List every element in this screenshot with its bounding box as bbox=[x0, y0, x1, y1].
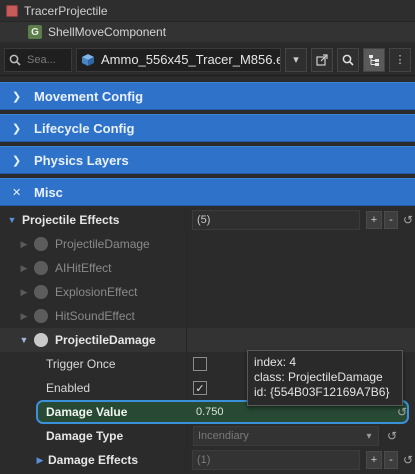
plus-icon: + bbox=[370, 454, 378, 466]
magnifier-icon bbox=[342, 54, 354, 66]
add-item-button[interactable]: + bbox=[366, 451, 382, 469]
section-label: Misc bbox=[34, 184, 63, 200]
chevron-right-icon: ❯ bbox=[12, 90, 22, 103]
tooltip: index: 4 class: ProjectileDamage id: {55… bbox=[247, 350, 403, 406]
component-name: ShellMoveComponent bbox=[48, 25, 167, 39]
collapse-triangle-icon[interactable]: ▼ bbox=[18, 335, 30, 345]
damage-type-row: Damage Type Incendiary ▾ ↺ bbox=[0, 424, 415, 448]
plus-icon: + bbox=[370, 214, 378, 226]
expand-triangle-icon[interactable]: ▶ bbox=[18, 311, 30, 322]
open-external-button[interactable] bbox=[311, 47, 333, 72]
chevron-down-icon: ✕ bbox=[12, 186, 22, 199]
section-lifecycle-config[interactable]: ❯ Lifecycle Config bbox=[0, 114, 415, 142]
projectile-effects-row: ▼ Projectile Effects (5) + - ↺ bbox=[0, 208, 415, 232]
object-dot-icon bbox=[34, 285, 48, 299]
component-icon: G bbox=[28, 25, 42, 39]
damage-effects-row: ▶ Damage Effects (1) + - ↺ bbox=[0, 448, 415, 472]
selected-value: Incendiary bbox=[198, 430, 249, 442]
entity-icon bbox=[6, 4, 18, 17]
object-dot-icon bbox=[34, 309, 48, 323]
expand-triangle-icon[interactable]: ▶ bbox=[18, 239, 30, 250]
section-misc[interactable]: ✕ Misc bbox=[0, 178, 415, 206]
resource-selector[interactable]: Ammo_556x45_Tracer_M856.et (/ bbox=[76, 47, 281, 72]
array-count: (1) bbox=[197, 454, 211, 466]
item-label: ProjectileDamage bbox=[55, 237, 150, 251]
minus-icon: - bbox=[389, 454, 393, 466]
find-button[interactable] bbox=[337, 47, 359, 72]
minus-icon: - bbox=[389, 214, 393, 226]
dropdown-button[interactable]: ▾ bbox=[285, 47, 307, 72]
chevron-right-icon: ❯ bbox=[12, 154, 22, 167]
more-button[interactable]: ⋮ bbox=[389, 47, 411, 72]
remove-item-button[interactable]: - bbox=[384, 451, 398, 469]
section-movement-config[interactable]: ❯ Movement Config bbox=[0, 82, 415, 110]
resource-name: Ammo_556x45_Tracer_M856.et (/ bbox=[101, 52, 280, 67]
damage-value-input[interactable]: 0.750 bbox=[196, 406, 395, 418]
expand-triangle-icon[interactable]: ▶ bbox=[18, 287, 30, 298]
chevron-down-icon: ▾ bbox=[366, 430, 372, 442]
object-dot-icon bbox=[34, 261, 48, 275]
array-count-field: (5) bbox=[192, 210, 360, 230]
array-count: (5) bbox=[197, 214, 211, 226]
section-label: Movement Config bbox=[34, 88, 144, 104]
checkmark-icon: ✓ bbox=[195, 382, 205, 395]
property-label: Enabled bbox=[46, 381, 91, 395]
remove-item-button[interactable]: - bbox=[384, 211, 398, 229]
window-titlebar: TracerProjectile bbox=[0, 0, 415, 22]
section-label: Physics Layers bbox=[34, 152, 129, 168]
item-label: ProjectileDamage bbox=[55, 333, 156, 347]
expanded-item-header[interactable]: ▼ ProjectileDamage bbox=[0, 328, 415, 352]
inspector-toolbar: Sea... Ammo_556x45_Tracer_M856.et (/ ▾ ⋮ bbox=[0, 44, 415, 76]
item-label: AIHitEffect bbox=[55, 261, 112, 275]
list-item[interactable]: ▶ HitSoundEffect bbox=[0, 304, 415, 328]
expand-triangle-icon[interactable]: ▶ bbox=[34, 455, 46, 466]
property-label: Trigger Once bbox=[46, 357, 116, 371]
window-title: TracerProjectile bbox=[24, 3, 108, 18]
search-field[interactable]: Sea... bbox=[4, 47, 72, 72]
external-link-icon bbox=[316, 53, 328, 66]
property-label: Damage Type bbox=[46, 429, 124, 443]
reset-icon[interactable]: ↺ bbox=[385, 429, 399, 443]
chevron-down-icon: ▾ bbox=[293, 54, 299, 66]
reset-icon[interactable]: ↺ bbox=[401, 213, 415, 227]
tooltip-index: index: 4 bbox=[254, 355, 297, 369]
add-item-button[interactable]: + bbox=[366, 211, 382, 229]
property-label: Projectile Effects bbox=[22, 213, 120, 227]
hierarchy-button[interactable] bbox=[363, 47, 385, 72]
reset-icon[interactable]: ↺ bbox=[395, 405, 409, 419]
section-label: Lifecycle Config bbox=[34, 120, 135, 136]
more-icon: ⋮ bbox=[394, 54, 406, 66]
list-item[interactable]: ▶ AIHitEffect bbox=[0, 256, 415, 280]
damage-type-select[interactable]: Incendiary ▾ bbox=[193, 426, 379, 446]
expand-triangle-icon[interactable]: ▼ bbox=[6, 215, 18, 225]
tooltip-class: class: ProjectileDamage bbox=[254, 370, 383, 384]
item-label: HitSoundEffect bbox=[55, 309, 135, 323]
search-icon bbox=[9, 54, 21, 66]
array-count-field: (1) bbox=[192, 450, 360, 470]
object-dot-icon bbox=[34, 237, 48, 251]
tooltip-id: id: {554B03F12169A7B6} bbox=[254, 385, 390, 399]
list-item[interactable]: ▶ ExplosionEffect bbox=[0, 280, 415, 304]
expand-triangle-icon[interactable]: ▶ bbox=[18, 263, 30, 274]
property-label: Damage Value bbox=[46, 405, 128, 419]
enabled-checkbox[interactable]: ✓ bbox=[193, 381, 207, 395]
trigger-once-checkbox[interactable] bbox=[193, 357, 207, 371]
property-label: Damage Effects bbox=[48, 453, 139, 467]
chevron-right-icon: ❯ bbox=[12, 122, 22, 135]
component-header[interactable]: G ShellMoveComponent bbox=[0, 22, 415, 42]
list-item[interactable]: ▶ ProjectileDamage bbox=[0, 232, 415, 256]
object-dot-icon bbox=[34, 333, 48, 347]
search-placeholder: Sea... bbox=[27, 53, 56, 66]
reset-icon[interactable]: ↺ bbox=[401, 453, 415, 467]
section-physics-layers[interactable]: ❯ Physics Layers bbox=[0, 146, 415, 174]
cube-icon bbox=[82, 53, 94, 66]
item-label: ExplosionEffect bbox=[55, 285, 138, 299]
hierarchy-icon bbox=[369, 54, 379, 66]
